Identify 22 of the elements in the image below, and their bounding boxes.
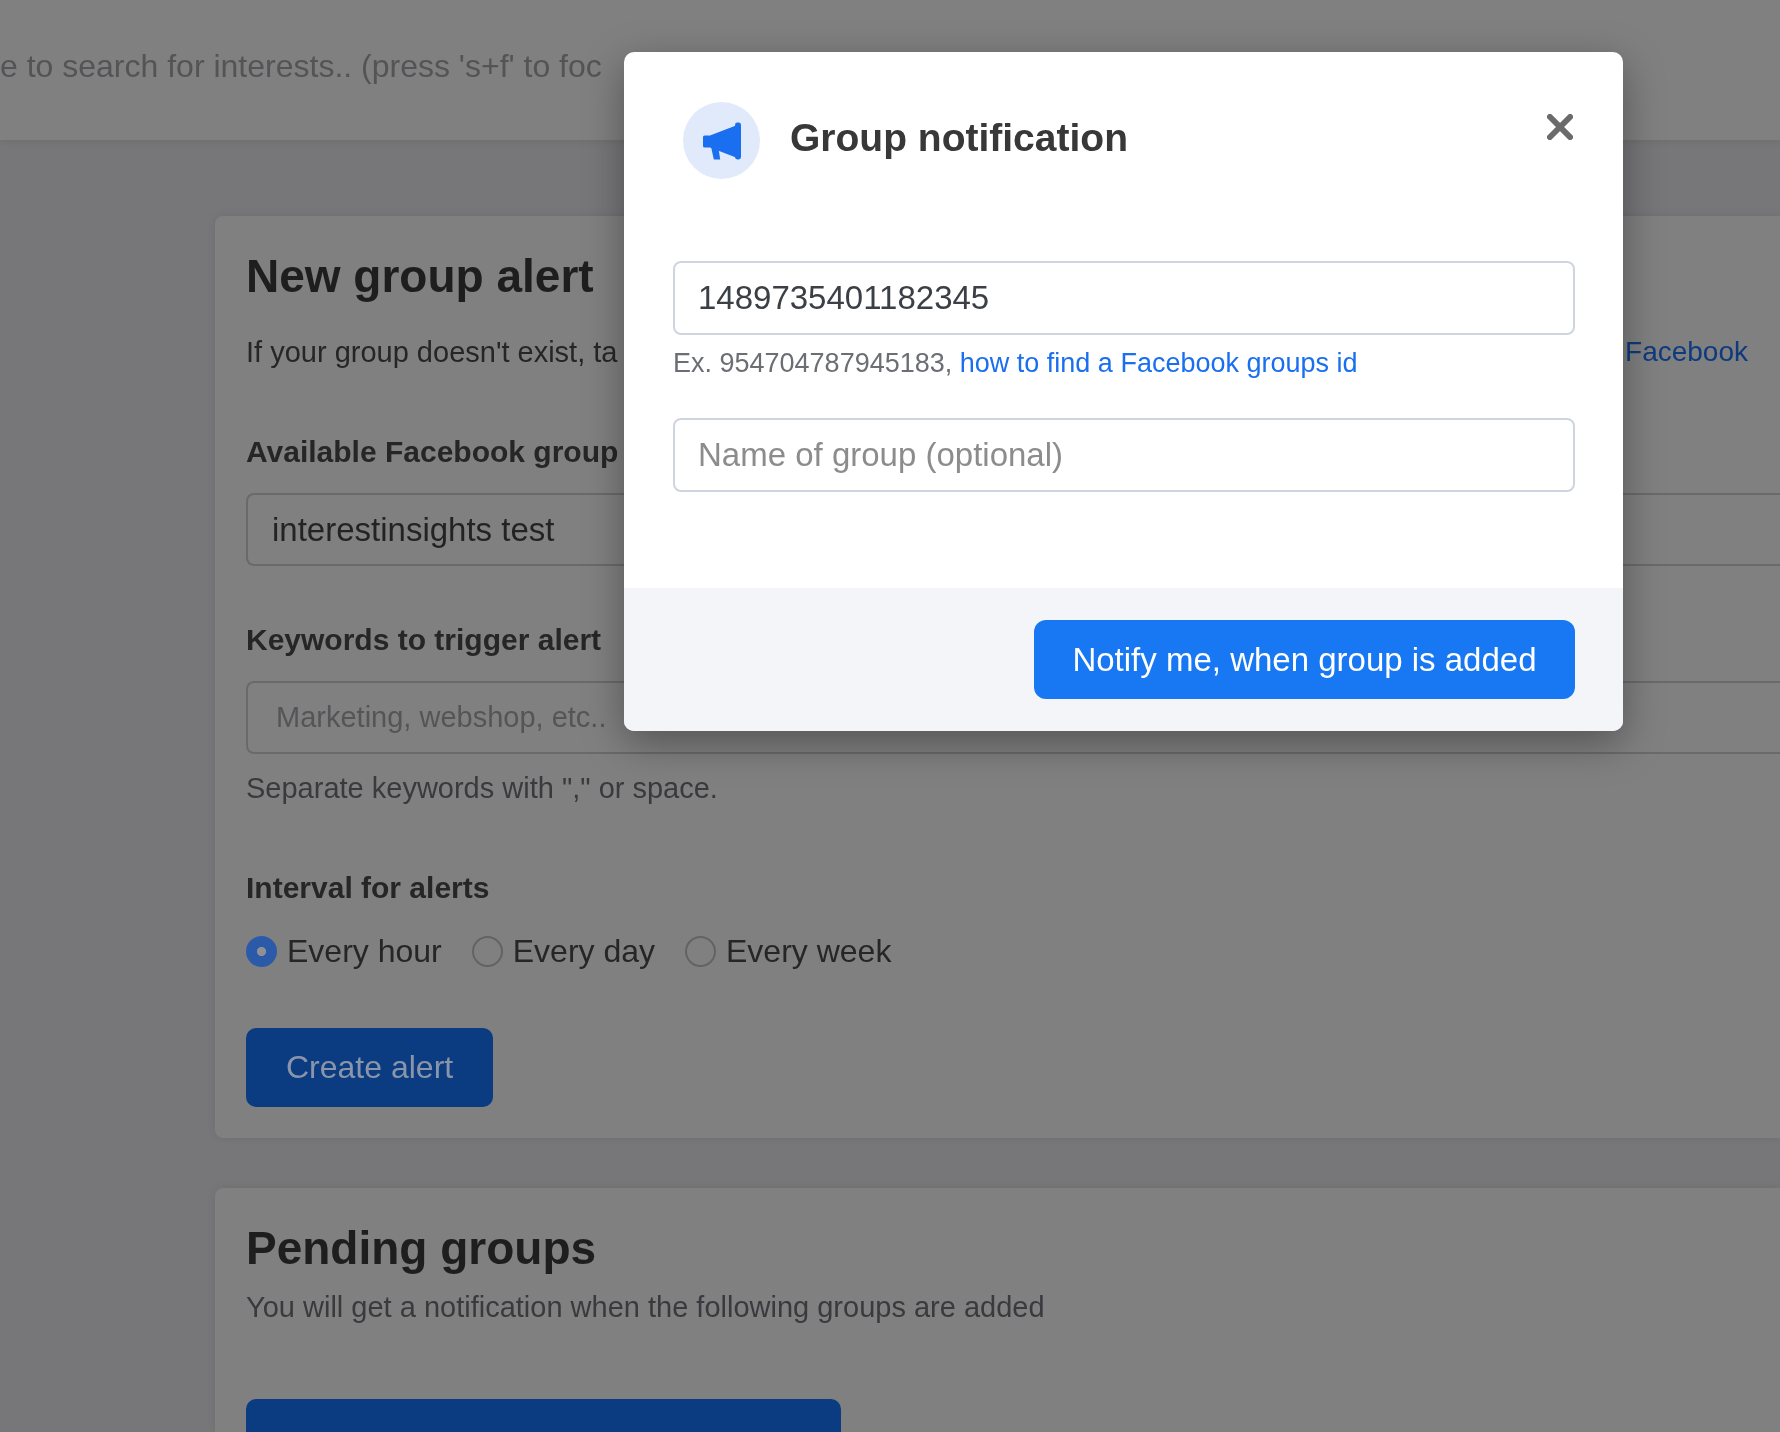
input-field[interactable]: Name of group (optional): [673, 418, 1575, 492]
radio-label[interactable]: Every week: [726, 929, 892, 973]
radio-button[interactable]: [471, 935, 503, 967]
field-label: Keywords to trigger alert: [246, 622, 602, 658]
card-heading: New group alert: [246, 249, 594, 304]
facebook-link[interactable]: Facebook: [1625, 332, 1748, 372]
field-label: Interval for alerts: [246, 870, 490, 906]
modal-title: Group notification: [790, 115, 1128, 161]
intro-text: If your group doesn't exist, ta: [246, 335, 618, 370]
description-text: You will get a notification when the following groups are added: [246, 1290, 1045, 1325]
help-text: Separate keywords with "," or space.: [246, 771, 718, 806]
help-link[interactable]: how to find a Facebook groups id: [959, 348, 1358, 378]
input-field[interactable]: 1489735401182345: [673, 261, 1575, 335]
help-text: Ex. 954704787945183, how to find a Facebook groups id: [673, 347, 1358, 380]
radio-label[interactable]: Every day: [512, 929, 655, 973]
notify-button[interactable]: Notify me, when group is added: [1034, 620, 1575, 699]
radio-button[interactable]: [246, 935, 277, 967]
create-alert-button[interactable]: Create alert: [246, 1028, 494, 1107]
radio-label[interactable]: Every hour: [287, 929, 442, 973]
field-label: Available Facebook group: [246, 434, 619, 470]
card-heading: Pending groups: [246, 1221, 597, 1276]
radio-button[interactable]: [685, 935, 716, 967]
